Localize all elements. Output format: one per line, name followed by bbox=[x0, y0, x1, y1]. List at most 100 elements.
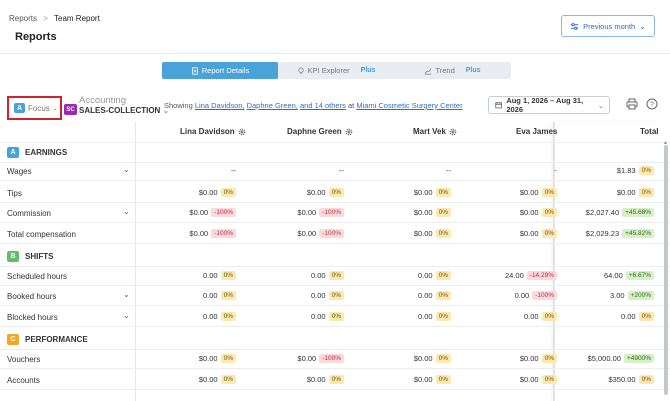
group-selector[interactable]: SALES-COLLECTION ⌄ bbox=[79, 106, 169, 115]
cell-value: $0.00 bbox=[519, 208, 539, 217]
table-cell: $0.00 -100% bbox=[189, 229, 236, 238]
change-badge: +45.82% bbox=[622, 229, 654, 238]
change-badge: +6.67% bbox=[625, 271, 654, 280]
tab-report-details[interactable]: Report Details bbox=[162, 62, 278, 79]
total-value: $0.00 bbox=[616, 188, 636, 197]
chevron-down-icon: ⌄ bbox=[597, 100, 604, 110]
location-link[interactable]: Miami Cosmetic Surgery Center bbox=[356, 101, 462, 110]
table-cell: 0.00 0% bbox=[418, 312, 451, 321]
settings-gear-icon[interactable] bbox=[449, 128, 457, 136]
change-badge: 0% bbox=[328, 188, 344, 197]
tab-kpi-explorer[interactable]: KPI Explorer Plus bbox=[278, 62, 394, 79]
date-range-picker[interactable]: Aug 1, 2026 – Aug 31, 2026 ⌄ bbox=[488, 96, 610, 114]
cell-value: $0.00 bbox=[413, 375, 433, 384]
cell-value: 0.00 bbox=[417, 291, 433, 300]
cell-value: $0.00 bbox=[306, 188, 326, 197]
settings-gear-icon[interactable] bbox=[238, 128, 246, 136]
change-badge: 0% bbox=[328, 375, 344, 384]
total-value: 0.00 bbox=[620, 312, 636, 321]
table-cell: -- bbox=[231, 166, 236, 175]
expand-chevron-icon[interactable]: ⌄ bbox=[123, 311, 130, 320]
breadcrumb: Reports > Team Report bbox=[9, 14, 100, 23]
row-label: Tips bbox=[7, 189, 22, 198]
total-value: 64.00 bbox=[603, 271, 623, 280]
cell-value: 0.00 bbox=[523, 312, 539, 321]
cell-value: $0.00 bbox=[519, 188, 539, 197]
breadcrumb-separator: > bbox=[43, 14, 48, 23]
cell-value: -- bbox=[339, 166, 344, 175]
plus-badge: Plus bbox=[465, 67, 481, 74]
change-badge: -100% bbox=[319, 208, 344, 217]
previous-month-button[interactable]: Previous month ⌄ bbox=[561, 15, 655, 37]
table-cell: 0.00 0% bbox=[203, 291, 236, 300]
change-badge: 0% bbox=[541, 354, 557, 363]
table-cell: $0.00 -100% bbox=[297, 208, 344, 217]
column-header-label: Total bbox=[640, 127, 659, 136]
expand-chevron-icon[interactable]: ⌄ bbox=[123, 290, 130, 299]
change-badge: 0% bbox=[220, 312, 236, 321]
total-cell: $2,027.40 +45.68% bbox=[586, 208, 654, 217]
table-cell: -- bbox=[446, 166, 451, 175]
row-label: Scheduled hours bbox=[7, 272, 68, 281]
row-divider bbox=[0, 305, 670, 306]
help-icon[interactable]: ? bbox=[646, 98, 658, 110]
change-badge: -100% bbox=[319, 354, 344, 363]
change-badge: 0% bbox=[220, 354, 236, 363]
page-title: Reports bbox=[15, 31, 57, 43]
table-cell: $0.00 0% bbox=[414, 208, 451, 217]
total-value: 3.00 bbox=[609, 291, 625, 300]
focus-selector[interactable]: A Focus ⌄ bbox=[14, 103, 58, 113]
row-label: Accounts bbox=[7, 376, 40, 385]
row-label: Blocked hours bbox=[7, 313, 58, 322]
cell-value: 0.00 bbox=[202, 291, 218, 300]
tab-label: KPI Explorer bbox=[307, 66, 350, 75]
section-header: B SHIFTS bbox=[7, 251, 53, 262]
table-cell: $0.00 0% bbox=[199, 188, 236, 197]
focus-label: Focus bbox=[28, 103, 50, 113]
column-header: Mart Vek bbox=[413, 127, 457, 136]
change-badge: -100% bbox=[319, 229, 344, 238]
expand-chevron-icon[interactable]: ⌄ bbox=[123, 165, 130, 174]
section-divider bbox=[0, 349, 670, 350]
table-cell: 0.00 0% bbox=[524, 312, 557, 321]
table-cell: $0.00 -100% bbox=[189, 208, 236, 217]
cell-value: $0.00 bbox=[519, 354, 539, 363]
settings-gear-icon[interactable] bbox=[345, 128, 353, 136]
expand-chevron-icon[interactable]: ⌄ bbox=[123, 207, 130, 216]
cell-value: $0.00 bbox=[413, 229, 433, 238]
table-cell: $0.00 0% bbox=[414, 229, 451, 238]
change-badge: 0% bbox=[435, 208, 451, 217]
chevron-down-icon: ⌄ bbox=[639, 21, 646, 31]
total-cell: 64.00 +6.67% bbox=[604, 271, 654, 280]
cell-value: $0.00 bbox=[189, 229, 209, 238]
table-cell: $0.00 -100% bbox=[297, 354, 344, 363]
cell-value: 0.00 bbox=[417, 312, 433, 321]
staff-link-daphne[interactable]: Daphne Green, bbox=[247, 101, 298, 110]
change-badge: 0% bbox=[638, 188, 654, 197]
section-letter-badge: B bbox=[7, 251, 19, 262]
change-badge: 0% bbox=[328, 312, 344, 321]
vertical-scrollbar[interactable] bbox=[664, 145, 668, 395]
tab-trend[interactable]: Trend Plus bbox=[394, 62, 511, 79]
cell-value: $0.00 bbox=[297, 208, 317, 217]
cell-value: -- bbox=[231, 166, 236, 175]
row-divider bbox=[0, 243, 670, 244]
section-letter-badge: A bbox=[7, 147, 19, 158]
staff-link-lina[interactable]: Lina Davidson, bbox=[195, 101, 245, 110]
table-cell: $0.00 0% bbox=[414, 354, 451, 363]
table-cell: $0.00 0% bbox=[307, 188, 344, 197]
print-icon[interactable] bbox=[626, 98, 638, 110]
cell-value: 0.00 bbox=[310, 312, 326, 321]
column-header: Daphne Green bbox=[287, 127, 353, 136]
breadcrumb-parent[interactable]: Reports bbox=[9, 14, 37, 23]
change-badge: 0% bbox=[435, 375, 451, 384]
breadcrumb-current: Team Report bbox=[54, 14, 100, 23]
table-cell: 0.00 0% bbox=[311, 271, 344, 280]
focus-letter-badge: A bbox=[14, 103, 25, 113]
others-link[interactable]: and 14 others bbox=[300, 101, 346, 110]
row-divider bbox=[0, 180, 670, 181]
cell-value: 0.00 bbox=[310, 271, 326, 280]
section-header: A EARNINGS bbox=[7, 147, 67, 158]
cell-value: 24.00 bbox=[505, 271, 524, 280]
showing-prefix: Showing bbox=[164, 101, 193, 110]
